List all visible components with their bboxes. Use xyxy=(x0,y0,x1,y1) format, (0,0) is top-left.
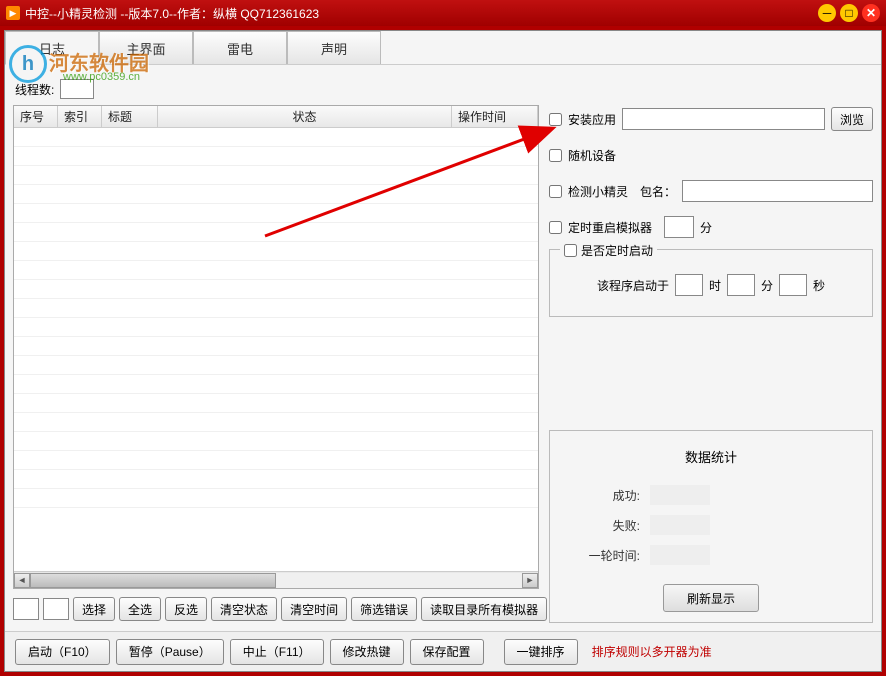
hour-label: 时 xyxy=(709,277,721,294)
table-row[interactable] xyxy=(14,147,538,166)
table-row[interactable] xyxy=(14,337,538,356)
minute-label: 分 xyxy=(761,277,773,294)
browse-button[interactable]: 浏览 xyxy=(831,107,873,131)
stats-panel: 数据统计 成功: 失败: 一轮时间: 刷新显示 xyxy=(549,430,873,623)
stats-success-label: 成功: xyxy=(568,487,640,504)
random-device-checkbox[interactable] xyxy=(549,149,562,162)
maximize-button[interactable]: □ xyxy=(840,4,858,22)
start-time-prefix: 该程序启动于 xyxy=(597,277,669,294)
scroll-right-icon[interactable]: ► xyxy=(522,573,538,588)
col-status[interactable]: 状态 xyxy=(158,106,452,127)
table-row[interactable] xyxy=(14,166,538,185)
table-row[interactable] xyxy=(14,318,538,337)
index-from-input[interactable] xyxy=(13,598,39,620)
sort-note: 排序规则以多开器为准 xyxy=(592,643,712,660)
second-label: 秒 xyxy=(813,277,825,294)
timed-restart-checkbox[interactable] xyxy=(549,221,562,234)
start-button[interactable]: 启动（F10） xyxy=(15,639,110,665)
table-row[interactable] xyxy=(14,432,538,451)
table-row[interactable] xyxy=(14,451,538,470)
select-all-button[interactable]: 全选 xyxy=(119,597,161,621)
install-app-checkbox[interactable] xyxy=(549,113,562,126)
table-row[interactable] xyxy=(14,185,538,204)
start-hour-input[interactable] xyxy=(675,274,703,296)
scroll-thumb[interactable] xyxy=(30,573,276,588)
table-row[interactable] xyxy=(14,394,538,413)
save-config-button[interactable]: 保存配置 xyxy=(410,639,484,665)
stats-fail-label: 失败: xyxy=(568,517,640,534)
tab-log[interactable]: 日志 xyxy=(5,31,99,65)
table-row[interactable] xyxy=(14,470,538,489)
timed-start-label: 是否定时启动 xyxy=(581,242,653,259)
install-path-input[interactable] xyxy=(622,108,825,130)
table-row[interactable] xyxy=(14,261,538,280)
table-row[interactable] xyxy=(14,280,538,299)
titlebar: ▶ 中控--小精灵检测 --版本7.0--作者：纵横 QQ712361623 ─… xyxy=(0,0,886,26)
table-row[interactable] xyxy=(14,356,538,375)
timed-restart-label: 定时重启模拟器 xyxy=(568,219,652,236)
footer-toolbar: 启动（F10） 暂停（Pause） 中止（F11） 修改热键 保存配置 一键排序… xyxy=(5,631,881,671)
col-index[interactable]: 索引 xyxy=(58,106,102,127)
refresh-button[interactable]: 刷新显示 xyxy=(663,584,759,612)
thread-count-label: 线程数: xyxy=(15,81,54,98)
close-button[interactable]: ✕ xyxy=(862,4,880,22)
timed-start-checkbox[interactable] xyxy=(564,244,577,257)
tab-bar: 日志 主界面 雷电 声明 xyxy=(5,31,881,65)
package-name-label: 包名： xyxy=(640,183,676,200)
detect-sprite-label: 检测小精灵 xyxy=(568,183,628,200)
random-device-label: 随机设备 xyxy=(568,147,616,164)
stats-success-value xyxy=(650,485,710,505)
select-button[interactable]: 选择 xyxy=(73,597,115,621)
app-icon: ▶ xyxy=(6,6,20,20)
data-grid: 序号 索引 标题 状态 操作时间 xyxy=(13,105,539,589)
table-row[interactable] xyxy=(14,242,538,261)
stats-round-value xyxy=(650,545,710,565)
minimize-button[interactable]: ─ xyxy=(818,4,836,22)
start-minute-input[interactable] xyxy=(727,274,755,296)
filter-error-button[interactable]: 筛选错误 xyxy=(351,597,417,621)
clear-status-button[interactable]: 清空状态 xyxy=(211,597,277,621)
table-row[interactable] xyxy=(14,204,538,223)
window-title: 中控--小精灵检测 --版本7.0--作者：纵横 QQ712361623 xyxy=(25,5,818,22)
table-row[interactable] xyxy=(14,299,538,318)
stop-button[interactable]: 中止（F11） xyxy=(230,639,324,665)
read-emulators-button[interactable]: 读取目录所有模拟器 xyxy=(421,597,547,621)
scroll-left-icon[interactable]: ◄ xyxy=(14,573,30,588)
stats-fail-value xyxy=(650,515,710,535)
index-to-input[interactable] xyxy=(43,598,69,620)
table-row[interactable] xyxy=(14,128,538,147)
detect-sprite-checkbox[interactable] xyxy=(549,185,562,198)
table-row[interactable] xyxy=(14,413,538,432)
clear-time-button[interactable]: 清空时间 xyxy=(281,597,347,621)
restart-minutes-input[interactable] xyxy=(664,216,694,238)
table-row[interactable] xyxy=(14,489,538,508)
timed-start-group: 是否定时启动 该程序启动于 时 分 秒 xyxy=(549,249,873,317)
stats-round-label: 一轮时间: xyxy=(568,547,640,564)
col-title[interactable]: 标题 xyxy=(102,106,158,127)
start-second-input[interactable] xyxy=(779,274,807,296)
minute-unit-label: 分 xyxy=(700,219,712,236)
install-app-label: 安装应用 xyxy=(568,111,616,128)
stats-title: 数据统计 xyxy=(568,441,854,480)
hotkey-button[interactable]: 修改热键 xyxy=(330,639,404,665)
tab-main[interactable]: 主界面 xyxy=(99,31,193,64)
col-time[interactable]: 操作时间 xyxy=(452,106,538,127)
pause-button[interactable]: 暂停（Pause） xyxy=(116,639,224,665)
sort-button[interactable]: 一键排序 xyxy=(504,639,578,665)
table-row[interactable] xyxy=(14,223,538,242)
invert-select-button[interactable]: 反选 xyxy=(165,597,207,621)
grid-body[interactable] xyxy=(14,128,538,571)
package-name-input[interactable] xyxy=(682,180,873,202)
table-row[interactable] xyxy=(14,375,538,394)
tab-leidian[interactable]: 雷电 xyxy=(193,31,287,64)
thread-count-input[interactable] xyxy=(60,79,94,99)
tab-statement[interactable]: 声明 xyxy=(287,31,381,64)
horizontal-scrollbar[interactable]: ◄ ► xyxy=(14,571,538,588)
col-seq[interactable]: 序号 xyxy=(14,106,58,127)
